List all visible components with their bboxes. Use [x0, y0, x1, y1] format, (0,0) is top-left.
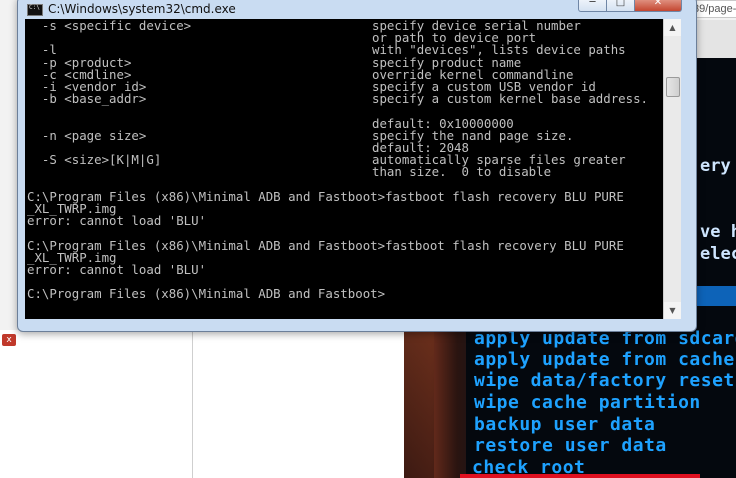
console-session-line: C:\Program Files (x86)\Minimal ADB and F… — [27, 286, 386, 302]
phone-red-edge — [460, 474, 700, 478]
browser-toolbar-area — [696, 20, 736, 60]
console-option-line: -s <specific device> specify device seria… — [27, 19, 581, 33]
option-flag: -S <size>[K|M|G] — [27, 152, 162, 168]
scroll-down-icon[interactable]: ▼ — [664, 302, 681, 319]
recovery-menu-item: wipe cache partition — [474, 392, 701, 413]
console-session-line: error: cannot load 'BLU' — [27, 213, 207, 229]
window-title: C:\Windows\system32\cmd.exe — [48, 2, 236, 16]
close-button[interactable]: ✕ — [634, 0, 682, 12]
browser-left-panel — [0, 330, 179, 478]
recovery-menu-item: apply update from cache — [474, 349, 735, 370]
cmd-icon — [27, 4, 43, 16]
option-description: than size. 0 to disable — [372, 164, 552, 180]
recovery-menu-item: wipe data/factory reset — [474, 370, 735, 391]
maximize-button[interactable]: □ — [606, 0, 635, 12]
option-description: specify a custom kernel base address. — [372, 91, 649, 107]
minimize-button[interactable]: ─ — [578, 0, 607, 12]
option-flag: -n <page size> — [27, 127, 147, 143]
console-option-line: -n <page size> specify the nand page size… — [27, 127, 574, 143]
recovery-menu-item: restore user data — [474, 435, 667, 456]
recovery-menu-item: backup user data — [474, 414, 656, 435]
title-bar[interactable]: C:\Windows\system32\cmd.exe ─ □ ✕ — [18, 0, 696, 17]
console-output[interactable]: -s <specific device> specify device seria… — [25, 19, 663, 319]
console-option-line: -S <size>[K|M|G] automatically sparse fil… — [27, 152, 626, 168]
vertical-scrollbar[interactable]: ▲ ▼ — [663, 19, 681, 319]
console-session-line: error: cannot load 'BLU' — [27, 262, 207, 277]
recovery-fragment: ve hi — [700, 222, 736, 242]
browser-content-box — [192, 330, 405, 478]
recovery-fragment: ery < — [700, 156, 736, 176]
close-icon[interactable]: x — [2, 334, 16, 346]
option-flag: -s <specific device> — [27, 19, 192, 33]
scroll-up-icon[interactable]: ▲ — [664, 19, 681, 36]
cmd-window[interactable]: C:\Windows\system32\cmd.exe ─ □ ✕ -s <sp… — [17, 0, 697, 332]
option-flag: -b <base_addr> — [27, 91, 147, 107]
recovery-fragment: elect — [700, 244, 736, 264]
console-option-line: -b <base_addr> specify a custom kernel ba… — [27, 91, 648, 107]
scrollbar-thumb[interactable] — [666, 77, 680, 97]
